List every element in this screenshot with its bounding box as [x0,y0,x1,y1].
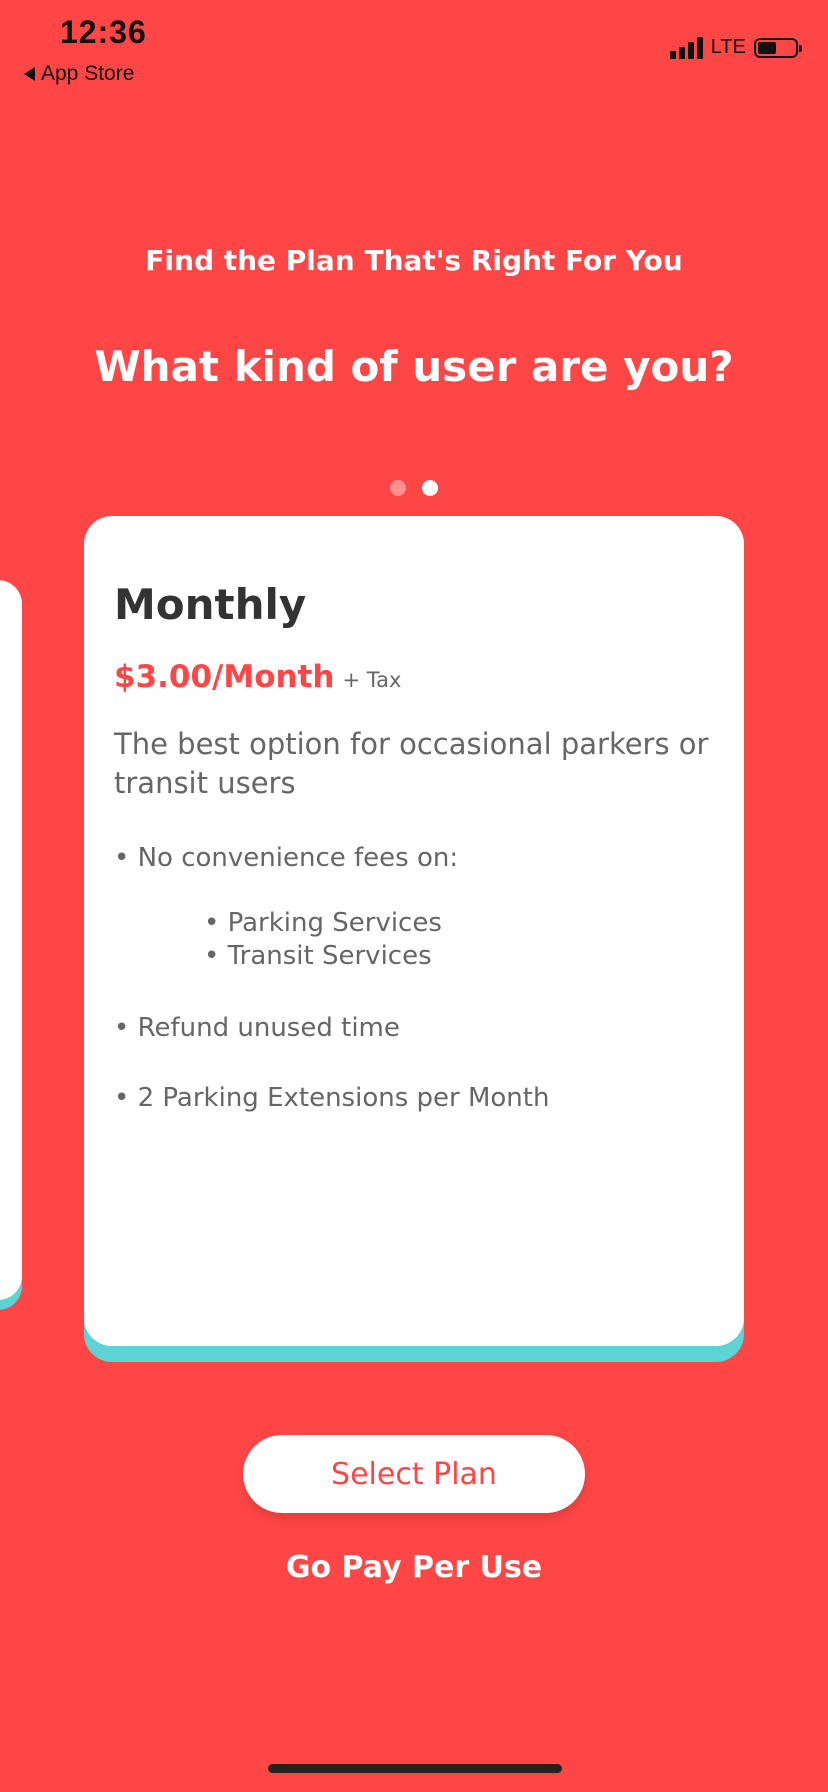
status-indicators: LTE [669,36,802,59]
back-arrow-icon [24,67,35,81]
home-indicator[interactable] [268,1764,562,1773]
page-indicator [0,480,828,496]
back-to-app-store[interactable]: App Store [24,62,134,86]
page-title: What kind of user are you? [94,342,734,391]
page-dot-2[interactable] [422,480,438,496]
network-type: LTE [710,36,746,58]
status-time: 12:36 [60,14,147,50]
page-subtitle: Find the Plan That's Right For You [145,244,683,277]
feature-no-fees: • No convenience fees on: [114,843,459,873]
plan-description: The best option for occasional parkers o… [114,727,709,800]
page-dot-1[interactable] [390,480,406,496]
feature-refund: • Refund unused time [114,1013,400,1043]
battery-icon [754,37,802,58]
pay-per-use-link[interactable]: Go Pay Per Use [0,1550,828,1585]
plan-price: $3.00/Month [114,659,335,695]
previous-plan-card[interactable] [0,580,22,1300]
feature-parking-services: • Parking Services [204,908,442,938]
tax-note: + Tax [342,668,402,692]
feature-transit-services: • Transit Services [204,941,432,971]
back-label: App Store [41,62,135,85]
feature-extensions: • 2 Parking Extensions per Month [114,1083,550,1113]
cellular-signal-icon [669,36,703,59]
plan-card[interactable]: Monthly $3.00/Month + Tax The best optio… [84,516,744,1346]
plan-name: Monthly [114,580,307,629]
price-row: $3.00/Month + Tax [114,659,714,695]
select-plan-button[interactable]: Select Plan [243,1435,585,1513]
fee-services-list: • Parking Services • Transit Services [204,907,714,973]
